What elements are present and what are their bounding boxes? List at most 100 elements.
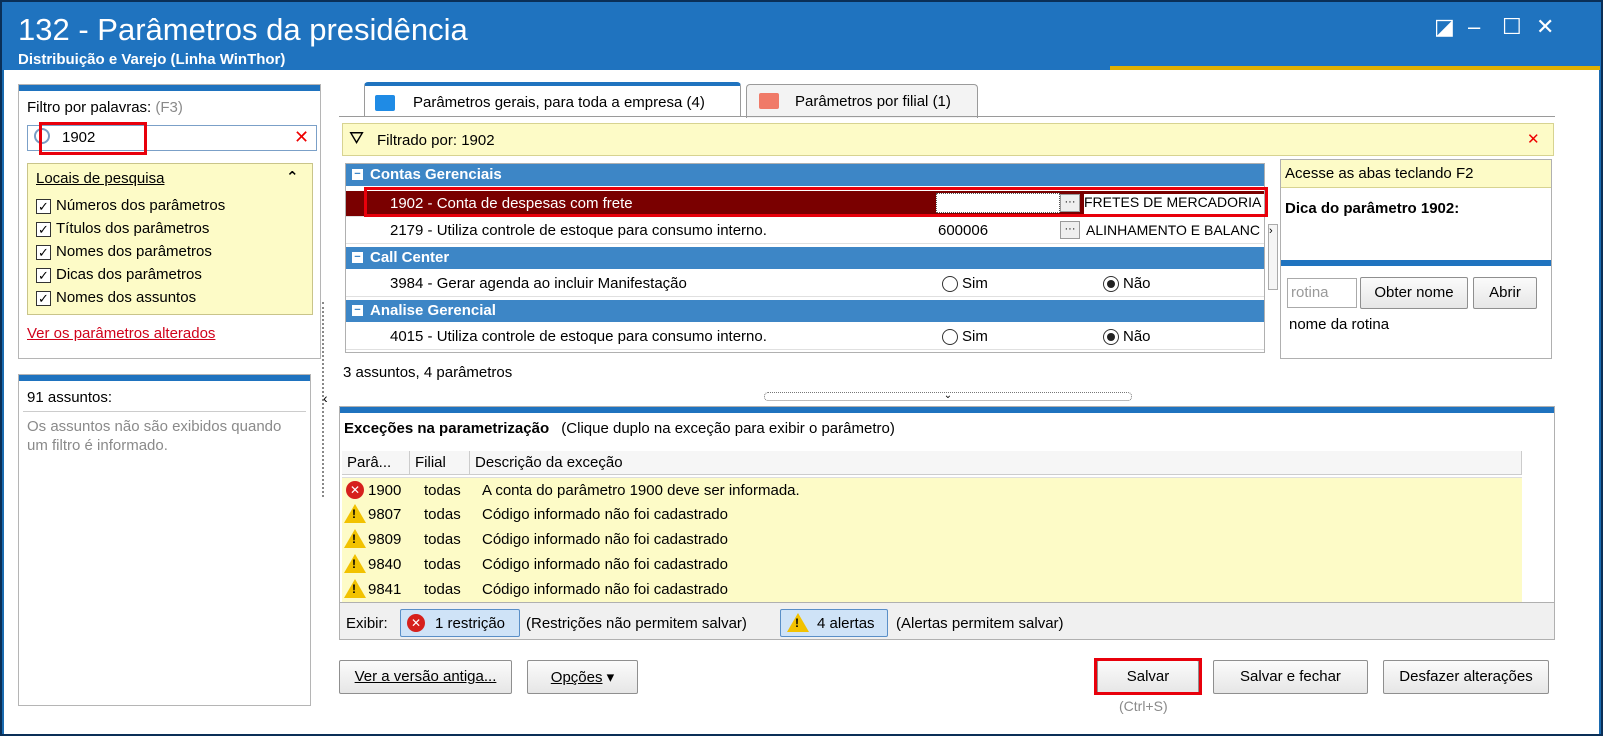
ellipsis-button[interactable]: ···	[1060, 221, 1080, 239]
clear-filter-bar-icon[interactable]: ✕	[1527, 130, 1540, 148]
radio-sim-label: Sim	[962, 275, 988, 292]
check-titulos-label: Títulos dos parâmetros	[56, 220, 210, 237]
subjects-panel: 91 assuntos: Os assuntos não são exibido…	[18, 374, 311, 706]
check-assuntos[interactable]: ✓	[36, 291, 51, 306]
tab-label-gerais: Parâmetros gerais, para toda a empresa (…	[413, 94, 705, 111]
tab-filial-count: (1)	[932, 93, 951, 110]
abrir-button[interactable]: Abrir	[1473, 277, 1537, 309]
app-window: 132 - Parâmetros da presidência Distribu…	[0, 0, 1603, 736]
tip-title: Dica do parâmetro 1902:	[1285, 200, 1460, 217]
exception-row[interactable]: ! 9840 todas Código informado não foi ca…	[342, 552, 1522, 577]
filter-label-text: Filtro por palavras:	[27, 99, 152, 116]
param-text: 4015 - Utiliza controle de estoque para …	[390, 328, 767, 345]
col-filial-header[interactable]: Filial	[410, 451, 470, 475]
rotina-input[interactable]: rotina	[1287, 278, 1357, 308]
check-assuntos-label: Nomes dos assuntos	[56, 289, 197, 306]
param-row-2179[interactable]: 2179 - Utiliza controle de estoque para …	[346, 218, 1264, 244]
minimize-icon[interactable]: –	[1468, 14, 1480, 40]
exception-param: 9807	[368, 506, 402, 523]
exception-desc: Código informado não foi cadastrado	[482, 506, 728, 523]
undo-button[interactable]: Desfazer alterações	[1383, 660, 1549, 694]
radio-nao[interactable]	[1103, 329, 1119, 345]
exception-param: 9809	[368, 531, 402, 548]
clear-filter-icon[interactable]: ✕	[294, 127, 309, 148]
warning-icon: !	[344, 554, 366, 573]
warning-icon: !	[787, 613, 809, 632]
old-version-button[interactable]: Ver a versão antiga...	[339, 660, 512, 694]
col-param-header[interactable]: Parâ...	[342, 451, 410, 475]
exception-filial: todas	[424, 581, 461, 598]
exceptions-subtitle: (Clique duplo na exceção para exibir o p…	[561, 420, 895, 437]
filter-status-text: Filtrado por: 1902	[377, 132, 495, 149]
group-analise-gerencial[interactable]: − Analise Gerencial	[346, 300, 1264, 322]
check-dicas[interactable]: ✓	[36, 268, 51, 283]
alertas-toggle[interactable]: ! 4 alertas	[780, 609, 888, 637]
collapse-group-icon[interactable]: −	[352, 169, 363, 180]
save-close-button[interactable]: Salvar e fechar	[1213, 660, 1368, 694]
exibir-label: Exibir:	[346, 615, 388, 632]
vertical-splitter[interactable]: ⌄	[764, 391, 1132, 401]
close-icon[interactable]: ✕	[1536, 14, 1554, 40]
error-icon: ✕	[407, 614, 425, 632]
tab-parametros-gerais[interactable]: Parâmetros gerais, para toda a empresa (…	[364, 82, 741, 116]
exceptions-title: Exceções na parametrização	[344, 420, 550, 437]
exception-row[interactable]: ✕ 1900 todas A conta do parâmetro 1900 d…	[342, 477, 1522, 502]
rotina-label: nome da rotina	[1289, 316, 1390, 333]
param-value[interactable]: 600006	[938, 222, 988, 239]
obter-nome-button[interactable]: Obter nome	[1360, 277, 1468, 309]
collapse-left-icon[interactable]: ‹	[323, 390, 328, 406]
restore-icon[interactable]: ◪	[1434, 14, 1455, 40]
check-nomes[interactable]: ✓	[36, 245, 51, 260]
col-desc-header[interactable]: Descrição da exceção	[470, 451, 1522, 475]
subjects-note: Os assuntos não são exibidos quando um f…	[27, 418, 282, 454]
radio-nao[interactable]	[1103, 276, 1119, 292]
changed-params-link[interactable]: Ver os parâmetros alterados	[27, 325, 215, 342]
tab-filial-text: Parâmetros por filial	[795, 93, 929, 110]
group-title: Call Center	[370, 249, 450, 266]
window-title: 132 - Parâmetros da presidência	[18, 12, 468, 47]
group-title: Contas Gerenciais	[370, 166, 502, 183]
panel-top-bar	[19, 375, 310, 381]
maximize-icon[interactable]: ☐	[1502, 14, 1522, 40]
options-button[interactable]: Opções ▾	[527, 660, 638, 694]
exception-row[interactable]: ! 9807 todas Código informado não foi ca…	[342, 502, 1522, 527]
exception-desc: Código informado não foi cadastrado	[482, 531, 728, 548]
collapse-group-icon[interactable]: −	[352, 305, 363, 316]
exception-row[interactable]: ! 9809 todas Código informado não foi ca…	[342, 527, 1522, 552]
restricao-toggle[interactable]: ✕ 1 restrição	[400, 609, 520, 637]
tip-panel: Acesse as abas teclando F2 Dica do parâm…	[1280, 159, 1552, 359]
folder-red-icon	[759, 93, 779, 109]
collapse-group-icon[interactable]: −	[352, 252, 363, 263]
tip-divider	[1281, 260, 1551, 266]
group-contas-gerenciais[interactable]: − Contas Gerenciais	[346, 164, 1264, 186]
highlight-filter	[39, 122, 147, 155]
filter-shortcut: (F3)	[155, 99, 183, 116]
exception-filial: todas	[424, 506, 461, 523]
exception-param: 1900	[368, 482, 402, 499]
tab-gerais-text: Parâmetros gerais, para toda a empresa	[413, 94, 683, 111]
param-row-4015[interactable]: 4015 - Utiliza controle de estoque para …	[346, 324, 1264, 350]
check-numeros[interactable]: ✓	[36, 199, 51, 214]
exception-param: 9840	[368, 556, 402, 573]
exception-param: 9841	[368, 581, 402, 598]
check-titulos[interactable]: ✓	[36, 222, 51, 237]
restricao-note: (Restrições não permitem salvar)	[526, 615, 747, 632]
group-call-center[interactable]: − Call Center	[346, 247, 1264, 269]
exception-row[interactable]: ! 9841 todas Código informado não foi ca…	[342, 577, 1522, 602]
tab-label-filial: Parâmetros por filial (1)	[795, 93, 951, 110]
tab-parametros-filial[interactable]: Parâmetros por filial (1)	[746, 84, 978, 118]
save-shortcut: (Ctrl+S)	[1119, 698, 1168, 714]
folder-blue-icon	[375, 95, 395, 111]
param-text: 2179 - Utiliza controle de estoque para …	[390, 222, 767, 239]
expand-tip-icon[interactable]: ›	[1268, 224, 1278, 290]
radio-sim[interactable]	[942, 329, 958, 345]
filter-label: Filtro por palavras: (F3)	[27, 99, 183, 116]
warning-icon: !	[344, 504, 366, 523]
collapse-icon[interactable]: ⌃	[286, 168, 299, 186]
filter-panel: Filtro por palavras: (F3) 1902 ✕ Locais …	[18, 84, 321, 359]
radio-nao-label: Não	[1123, 328, 1151, 345]
exception-desc: Código informado não foi cadastrado	[482, 581, 728, 598]
radio-sim[interactable]	[942, 276, 958, 292]
param-row-3984[interactable]: 3984 - Gerar agenda ao incluir Manifesta…	[346, 271, 1264, 297]
check-nomes-label: Nomes dos parâmetros	[56, 243, 212, 260]
